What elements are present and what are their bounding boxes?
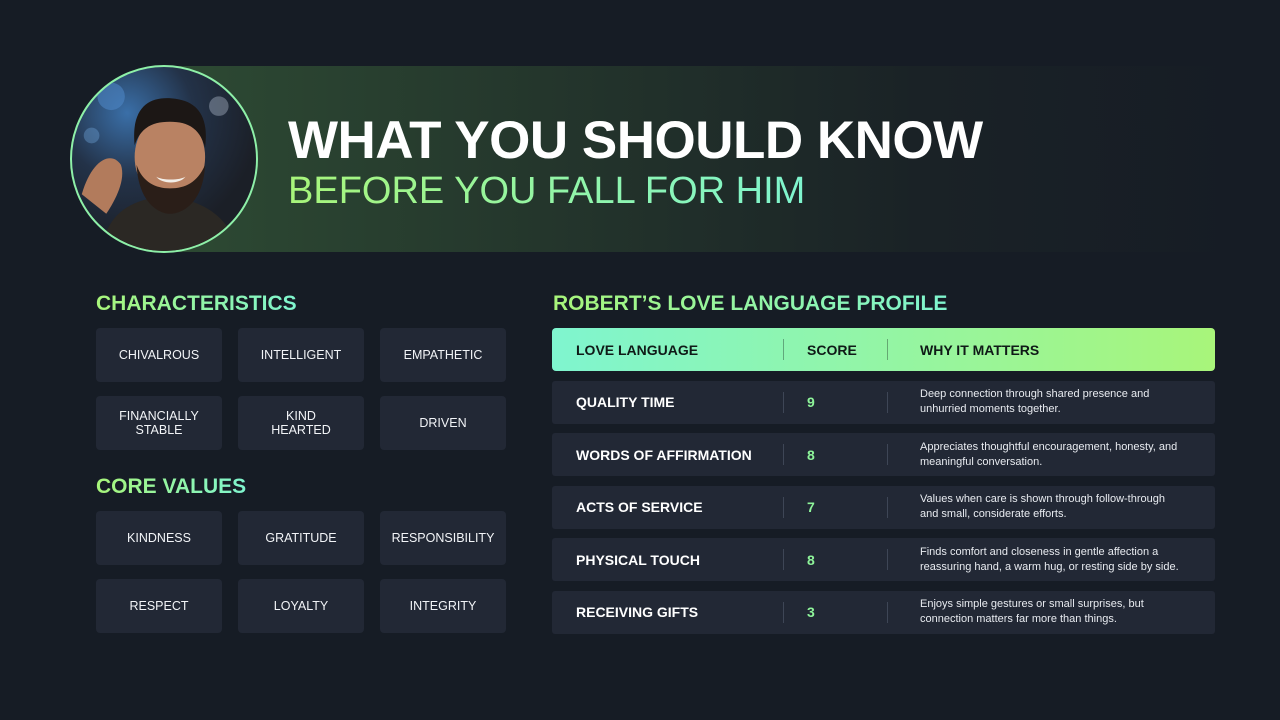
characteristic-tile: INTELLIGENT — [238, 328, 364, 382]
characteristics-heading: CHARACTERISTICS — [96, 292, 297, 315]
table-row: WORDS OF AFFIRMATION 8 Appreciates thoug… — [552, 433, 1215, 476]
table-row: PHYSICAL TOUCH 8 Finds comfort and close… — [552, 538, 1215, 581]
column-divider — [783, 391, 784, 413]
column-divider — [887, 549, 888, 570]
core-values-heading: CORE VALUES — [96, 475, 247, 498]
core-value-tile: RESPECT — [96, 579, 222, 633]
core-values-grid: KINDNESS GRATITUDE RESPONSIBILITY RESPEC… — [96, 511, 506, 633]
love-language-name: PHYSICAL TOUCH — [576, 551, 700, 568]
core-value-tile: LOYALTY — [238, 579, 364, 633]
column-divider — [887, 496, 888, 518]
core-value-tile: GRATITUDE — [238, 511, 364, 565]
characteristics-grid: CHIVALROUS INTELLIGENT EMPATHETIC FINANC… — [96, 328, 506, 450]
profile-photo — [70, 65, 258, 253]
column-divider — [783, 444, 784, 465]
profile-photo-illustration — [81, 82, 239, 251]
table-row: RECEIVING GIFTS 3 Enjoys simple gestures… — [552, 590, 1215, 634]
column-header-language: LOVE LANGUAGE — [576, 341, 699, 358]
love-language-name: QUALITY TIME — [576, 394, 675, 410]
column-divider — [887, 339, 888, 360]
characteristic-tile: CHIVALROUS — [96, 328, 222, 382]
column-divider — [783, 601, 784, 623]
love-language-name: WORDS OF AFFIRMATION — [576, 446, 752, 463]
column-divider — [783, 339, 784, 360]
column-divider — [783, 496, 784, 518]
core-value-tile: KINDNESS — [96, 511, 222, 565]
column-divider — [783, 549, 784, 570]
love-language-why: Finds comfort and closeness in gentle af… — [920, 545, 1179, 573]
love-language-table: LOVE LANGUAGE SCORE WHY IT MATTERS QUALI… — [552, 328, 1215, 634]
love-language-name: ACTS OF SERVICE — [576, 499, 703, 515]
love-language-why: Enjoys simple gestures or small surprise… — [920, 598, 1144, 625]
table-row: QUALITY TIME 9 Deep connection through s… — [552, 380, 1215, 424]
love-language-score: 8 — [807, 446, 815, 463]
love-profile-heading: ROBERT’S LOVE LANGUAGE PROFILE — [553, 292, 948, 315]
characteristic-tile: DRIVEN — [380, 396, 506, 450]
love-language-name: RECEIVING GIFTS — [576, 604, 699, 620]
core-value-tile: RESPONSIBILITY — [380, 511, 506, 565]
love-language-why: Deep connection through shared presence … — [920, 388, 1150, 415]
love-language-score: 9 — [807, 394, 815, 410]
page-title: WHAT YOU SHOULD KNOW — [288, 111, 983, 170]
table-row: ACTS OF SERVICE 7 Values when care is sh… — [552, 485, 1215, 529]
column-divider — [887, 391, 888, 413]
column-header-why: WHY IT MATTERS — [920, 341, 1040, 358]
love-language-why: Appreciates thoughtful encouragement, ho… — [920, 440, 1178, 468]
column-divider — [887, 444, 888, 465]
love-language-score: 8 — [807, 551, 815, 568]
characteristic-tile: FINANCIALLY STABLE — [96, 396, 222, 450]
column-divider — [887, 601, 888, 623]
column-header-score: SCORE — [807, 341, 857, 358]
page-subtitle: BEFORE YOU FALL FOR HIM — [288, 170, 806, 212]
table-header: LOVE LANGUAGE SCORE WHY IT MATTERS — [552, 328, 1215, 371]
love-language-score: 7 — [807, 499, 815, 515]
love-language-score: 3 — [807, 604, 815, 620]
core-value-tile: INTEGRITY — [380, 579, 506, 633]
characteristic-tile: KIND HEARTED — [238, 396, 364, 450]
love-language-why: Values when care is shown through follow… — [920, 493, 1165, 520]
characteristic-tile: EMPATHETIC — [380, 328, 506, 382]
